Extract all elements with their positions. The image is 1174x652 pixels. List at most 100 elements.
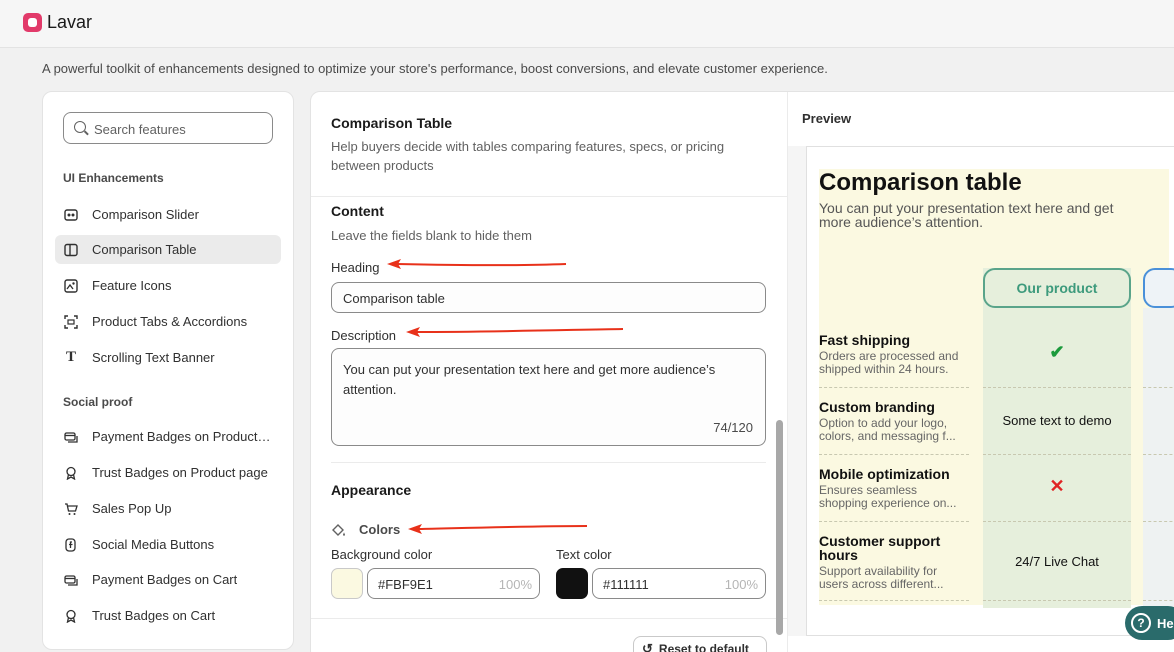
competitor-column — [1143, 308, 1174, 608]
cross-icon: ✕ — [1049, 476, 1065, 496]
divider — [311, 618, 788, 619]
our-product-header: Our product — [983, 268, 1131, 308]
preview-description: You can put your presentation text here … — [819, 200, 1114, 230]
search-box[interactable] — [63, 112, 273, 144]
text-color-input[interactable]: #111111 100% — [592, 568, 766, 599]
sidebar-item-label: Payment Badges on Product page — [92, 429, 274, 444]
background-color-label: Background color — [331, 547, 433, 562]
row-separator — [983, 521, 1131, 522]
top-bar: Lavar — [0, 0, 1174, 48]
content-hint: Leave the fields blank to hide them — [331, 228, 532, 243]
paint-bucket-icon — [331, 523, 347, 537]
sidebar-item-label: Product Tabs & Accordions — [92, 314, 248, 329]
annotation-arrow-icon — [406, 327, 624, 337]
row-separator — [983, 454, 1131, 455]
content-section-title: Content — [331, 203, 384, 219]
background-color-value: #FBF9E1 — [378, 577, 433, 592]
feature-icons-icon — [64, 278, 78, 293]
row-separator — [1143, 600, 1174, 601]
row-separator — [983, 387, 1131, 388]
divider — [311, 196, 788, 197]
feature-sidebar: UI Enhancements Comparison Slider Compar… — [42, 91, 294, 650]
page-description: A powerful toolkit of enhancements desig… — [42, 61, 828, 76]
divider — [331, 462, 766, 463]
sidebar-item-trust-badges-cart[interactable]: Trust Badges on Cart — [55, 601, 281, 630]
reset-label: Reset to default — [658, 642, 749, 652]
row-separator — [1143, 387, 1174, 388]
text-opacity: 100% — [724, 577, 758, 592]
sidebar-item-scrolling-text-banner[interactable]: T Scrolling Text Banner — [55, 343, 281, 372]
sidebar-item-payment-badges-product[interactable]: Payment Badges on Product page — [55, 422, 281, 451]
heading-label: Heading — [331, 260, 380, 275]
background-color-swatch[interactable] — [331, 568, 363, 599]
sidebar-item-social-media-buttons[interactable]: Social Media Buttons — [55, 530, 281, 559]
slider-icon — [64, 208, 78, 222]
row-separator — [819, 454, 969, 455]
annotation-arrow-icon — [387, 259, 567, 269]
row-title: Custom branding — [819, 399, 935, 415]
row-separator — [983, 600, 1131, 601]
sidebar-item-sales-pop-up[interactable]: Sales Pop Up — [55, 494, 281, 523]
description-textarea[interactable]: You can put your presentation text here … — [331, 348, 766, 446]
sidebar-item-label: Feature Icons — [92, 278, 172, 293]
section-title-social-proof: Social proof — [63, 395, 133, 409]
text-color-swatch[interactable] — [556, 568, 588, 599]
preview-frame: Our product Comparison table You can put… — [788, 146, 1174, 636]
colors-header: Colors — [331, 522, 400, 537]
appearance-section-title: Appearance — [331, 482, 412, 498]
row-cell: 24/7 Live Chat — [1015, 554, 1099, 569]
sidebar-item-label: Scrolling Text Banner — [92, 350, 215, 365]
panel-description: Help buyers decide with tables comparing… — [331, 139, 725, 173]
search-input[interactable] — [94, 119, 264, 139]
background-opacity: 100% — [498, 577, 532, 592]
sidebar-item-comparison-slider[interactable]: Comparison Slider — [55, 200, 281, 229]
sidebar-item-label: Trust Badges on Product page — [92, 465, 268, 480]
description-label: Description — [331, 328, 397, 343]
app-name: Lavar — [47, 12, 93, 32]
colors-label: Colors — [359, 522, 401, 537]
annotation-arrow-icon — [408, 524, 588, 534]
sidebar-item-label: Social Media Buttons — [92, 537, 215, 552]
badge-icon — [64, 466, 78, 480]
background-color-input[interactable]: #FBF9E1 100% — [367, 568, 540, 599]
row-subtitle: Support availability for users across di… — [819, 564, 944, 591]
reset-to-default-button[interactable]: ↺ Reset to default — [633, 636, 767, 652]
settings-panel: Comparison Table Help buyers decide with… — [311, 92, 788, 652]
section-title-ui-enhancements: UI Enhancements — [63, 171, 164, 185]
settings-scrollbar[interactable] — [776, 420, 783, 635]
cart-icon — [64, 502, 78, 516]
sidebar-item-label: Sales Pop Up — [92, 501, 172, 516]
payment-icon — [64, 430, 78, 444]
lavar-logo-icon — [23, 13, 42, 32]
reset-icon: ↺ — [642, 641, 653, 652]
row-title: Fast shipping — [819, 332, 910, 348]
row-subtitle: Orders are processed and shipped within … — [819, 349, 959, 376]
row-cell: Some text to demo — [1002, 413, 1112, 428]
row-separator — [819, 600, 969, 601]
row-separator — [1143, 521, 1174, 522]
main-panel: Comparison Table Help buyers decide with… — [310, 91, 1174, 652]
help-label: He — [1157, 615, 1174, 631]
row-separator — [819, 521, 969, 522]
text-color-value: #111111 — [603, 577, 649, 592]
payment-icon — [64, 573, 78, 587]
row-subtitle: Option to add your logo, colors, and mes… — [819, 416, 956, 443]
sidebar-item-comparison-table[interactable]: Comparison Table — [55, 235, 281, 264]
sidebar-item-payment-badges-cart[interactable]: Payment Badges on Cart — [55, 565, 281, 594]
sidebar-item-trust-badges-product[interactable]: Trust Badges on Product page — [55, 458, 281, 487]
sidebar-item-product-tabs[interactable]: Product Tabs & Accordions — [55, 307, 281, 336]
sidebar-item-label: Trust Badges on Cart — [92, 608, 216, 623]
check-icon: ✔ — [1049, 342, 1065, 362]
preview-title: Preview — [802, 111, 852, 126]
help-button[interactable]: ? He — [1125, 606, 1174, 640]
tabs-icon — [64, 314, 78, 329]
preview-card: Our product Comparison table You can put… — [806, 146, 1174, 636]
preview-heading: Comparison table — [819, 169, 1022, 196]
heading-input[interactable]: Comparison table — [331, 282, 766, 313]
row-subtitle: Ensures seamless shopping experience on.… — [819, 483, 957, 510]
help-icon: ? — [1131, 613, 1151, 633]
row-separator — [819, 387, 969, 388]
sidebar-item-feature-icons[interactable]: Feature Icons — [55, 271, 281, 300]
search-icon — [74, 121, 86, 133]
row-separator — [1143, 454, 1174, 455]
